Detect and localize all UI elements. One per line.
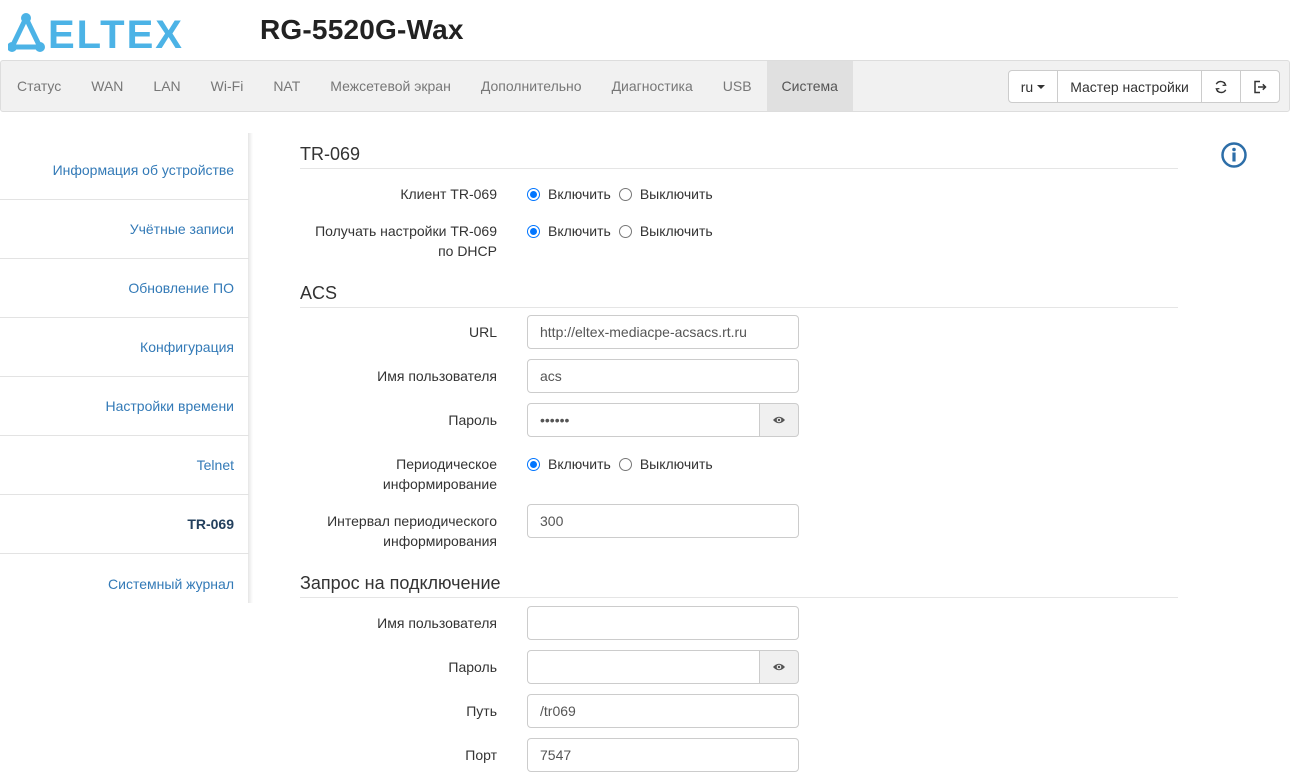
nav-item-firewall[interactable]: Межсетевой экран <box>315 61 466 111</box>
acs-interval-label-line1: Интервал периодического <box>327 513 497 529</box>
logout-icon <box>1254 80 1267 93</box>
acs-periodic-disable-radio[interactable] <box>618 457 632 471</box>
nav-item-usb[interactable]: USB <box>708 61 767 111</box>
nav-item-diagnostics[interactable]: Диагностика <box>597 61 708 111</box>
refresh-button[interactable] <box>1201 70 1241 103</box>
acs-interval-label-line2: информирования <box>383 533 497 549</box>
brand-text: ELTEX <box>48 13 184 52</box>
acs-periodic-radio-group: Включить Выключить <box>527 454 721 474</box>
acs-password-toggle-button[interactable] <box>759 403 799 437</box>
nav-item-lan[interactable]: LAN <box>138 61 195 111</box>
acs-password-input[interactable]: •••••• <box>527 403 760 437</box>
tr069-client-disable-label[interactable]: Выключить <box>640 186 713 202</box>
info-icon[interactable] <box>1220 141 1248 169</box>
top-navbar: Статус WAN LAN Wi-Fi NAT Межсетевой экра… <box>0 60 1290 112</box>
sidebar-item-telnet[interactable]: Telnet <box>0 436 249 495</box>
sidebar-item-device-info[interactable]: Информация об устройстве <box>0 141 249 200</box>
nav-item-advanced[interactable]: Дополнительно <box>466 61 597 111</box>
acs-periodic-disable-label[interactable]: Выключить <box>640 456 713 472</box>
conn-password-input[interactable] <box>527 650 760 684</box>
acs-username-input[interactable]: acs <box>527 359 799 393</box>
caret-down-icon <box>1037 84 1046 89</box>
conn-path-input[interactable]: /tr069 <box>527 694 799 728</box>
nav-right-group: ru Мастер настройки <box>1008 70 1280 103</box>
conn-port-input[interactable]: 7547 <box>527 738 799 772</box>
conn-request-section-title: Запрос на подключение <box>300 573 1178 598</box>
tr069-dhcp-label-line2: по DHCP <box>438 243 497 259</box>
sidebar-item-firmware-update[interactable]: Обновление ПО <box>0 259 249 318</box>
language-label: ru <box>1020 78 1034 95</box>
tr069-client-disable-radio[interactable] <box>618 187 632 201</box>
tr069-client-radio-group: Включить Выключить <box>527 184 721 204</box>
tr069-dhcp-enable-radio[interactable] <box>527 224 540 238</box>
acs-periodic-enable-label[interactable]: Включить <box>548 456 611 472</box>
language-dropdown[interactable]: ru <box>1008 70 1058 103</box>
nav-items: Статус WAN LAN Wi-Fi NAT Межсетевой экра… <box>2 61 853 111</box>
nav-item-system[interactable]: Система <box>766 61 853 111</box>
acs-interval-input[interactable]: 300 <box>527 504 799 538</box>
conn-password-toggle-button[interactable] <box>759 650 799 684</box>
eltex-logo: ELTEX <box>8 13 184 52</box>
tr069-dhcp-enable-label[interactable]: Включить <box>548 223 611 239</box>
tr069-section-title: TR-069 <box>300 144 1178 169</box>
nav-item-status[interactable]: Статус <box>2 61 76 111</box>
sidebar: Информация об устройстве Учётные записи … <box>0 129 252 605</box>
nav-item-wan[interactable]: WAN <box>76 61 138 111</box>
conn-password-label: Пароль <box>448 659 497 675</box>
conn-path-label: Путь <box>466 703 497 719</box>
conn-username-label: Имя пользователя <box>377 615 497 631</box>
acs-password-label: Пароль <box>448 412 497 428</box>
tr069-dhcp-disable-label[interactable]: Выключить <box>640 223 713 239</box>
tr069-client-label: Клиент TR-069 <box>400 186 497 202</box>
nav-item-nat[interactable]: NAT <box>258 61 315 111</box>
acs-periodic-label: Периодическое информирование <box>299 454 497 494</box>
eye-icon <box>773 663 785 671</box>
sidebar-item-configuration[interactable]: Конфигурация <box>0 318 249 377</box>
sidebar-item-accounts[interactable]: Учётные записи <box>0 200 249 259</box>
nav-item-wifi[interactable]: Wi-Fi <box>196 61 259 111</box>
acs-url-input[interactable]: http://eltex-mediacpe-acsacs.rt.ru <box>527 315 799 349</box>
device-title: RG-5520G-Wax <box>260 14 464 45</box>
logout-button[interactable] <box>1240 70 1280 103</box>
sidebar-item-tr069[interactable]: TR-069 <box>0 495 249 554</box>
sidebar-item-system-log[interactable]: Системный журнал <box>0 554 249 613</box>
acs-section-title: ACS <box>300 283 1178 308</box>
eye-icon <box>773 416 785 424</box>
sidebar-item-time-settings[interactable]: Настройки времени <box>0 377 249 436</box>
acs-username-label: Имя пользователя <box>377 368 497 384</box>
tr069-dhcp-radio-group: Включить Выключить <box>527 221 721 241</box>
tr069-client-enable-radio[interactable] <box>527 187 540 201</box>
conn-port-label: Порт <box>465 747 497 763</box>
setup-wizard-button[interactable]: Мастер настройки <box>1057 70 1202 103</box>
acs-periodic-label-line1: Периодическое <box>396 456 497 472</box>
acs-periodic-label-line2: информирование <box>382 476 497 492</box>
tr069-dhcp-label: Получать настройки TR-069 по DHCP <box>299 221 497 261</box>
acs-interval-label: Интервал периодического информирования <box>299 511 497 551</box>
tr069-dhcp-label-line1: Получать настройки TR-069 <box>315 223 497 239</box>
acs-url-label: URL <box>468 324 497 340</box>
conn-username-input[interactable] <box>527 606 799 640</box>
tr069-client-enable-label[interactable]: Включить <box>548 186 611 202</box>
acs-periodic-enable-radio[interactable] <box>527 457 540 471</box>
refresh-icon <box>1215 80 1227 93</box>
tr069-dhcp-disable-radio[interactable] <box>618 224 632 238</box>
